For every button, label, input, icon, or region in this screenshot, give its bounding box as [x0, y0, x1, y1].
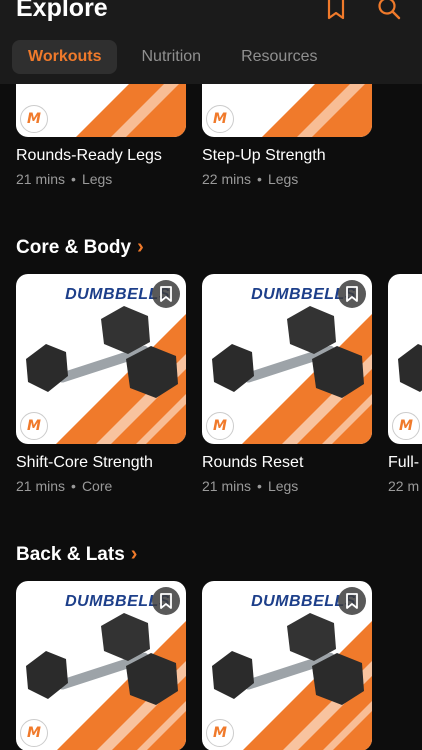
workout-thumbnail: DUMBBELLS M	[202, 274, 372, 444]
brand-badge: M	[392, 412, 420, 440]
explore-content: M Rounds-Ready Legs 21 mins • Legs M Step-…	[0, 0, 422, 750]
workout-thumbnail: DUMBBELLS M	[16, 274, 186, 444]
workout-card[interactable]: DUMBBELLS M Rounds Reset 21 mins • Legs	[202, 274, 372, 494]
explore-header: Explore Workouts Nutrition Resources	[0, 0, 422, 84]
card-meta: 21 mins • Legs	[16, 171, 113, 187]
page-title: Explore	[16, 0, 108, 22]
brand-badge: M	[20, 719, 48, 747]
bookmark-icon[interactable]	[325, 0, 351, 22]
workout-thumbnail: DUMBBELLS M	[202, 581, 372, 750]
bookmark-icon[interactable]	[152, 280, 180, 308]
tab-nutrition[interactable]: Nutrition	[125, 40, 217, 74]
section-title: Back & Lats	[16, 543, 125, 565]
card-meta: 22 mins • Legs	[202, 171, 299, 187]
workout-card[interactable]: DUMBBELLS M	[202, 581, 372, 750]
explore-tabs: Workouts Nutrition Resources	[12, 40, 334, 74]
card-meta: 21 mins • Legs	[202, 478, 299, 494]
brand-badge: M	[20, 105, 48, 133]
card-title: Rounds Reset	[202, 454, 304, 471]
brand-badge: M	[206, 105, 234, 133]
bookmark-icon[interactable]	[338, 280, 366, 308]
bookmark-icon[interactable]	[338, 587, 366, 615]
chevron-right-icon: ›	[130, 543, 138, 565]
workout-card[interactable]: DUMBBELLS M	[16, 581, 186, 750]
tab-workouts[interactable]: Workouts	[12, 40, 118, 74]
workout-card[interactable]: M Full- 22 m	[388, 274, 422, 494]
card-meta: 22 m	[388, 478, 420, 494]
workout-card[interactable]: DUMBBELLS M Shift-Core Strength 21 mins •…	[16, 274, 186, 494]
search-icon[interactable]	[377, 0, 403, 22]
card-meta: 21 mins • Core	[16, 478, 113, 494]
brand-badge: M	[20, 412, 48, 440]
section-header-back-lats[interactable]: Back & Lats ›	[16, 543, 137, 566]
card-title: Shift-Core Strength	[16, 454, 153, 471]
tab-resources[interactable]: Resources	[225, 40, 333, 74]
card-title: Full-	[388, 454, 420, 471]
workout-thumbnail: DUMBBELLS M	[16, 581, 186, 750]
card-title: Step-Up Strength	[202, 147, 326, 164]
brand-badge: M	[206, 412, 234, 440]
chevron-right-icon: ›	[137, 236, 144, 258]
workout-thumbnail: M	[388, 274, 422, 444]
card-title: Rounds-Ready Legs	[16, 147, 162, 164]
section-title: Core & Body	[16, 236, 132, 258]
section-header-core-body[interactable]: Core & Body ›	[16, 236, 144, 259]
bookmark-icon[interactable]	[152, 587, 180, 615]
brand-badge: M	[206, 719, 234, 747]
